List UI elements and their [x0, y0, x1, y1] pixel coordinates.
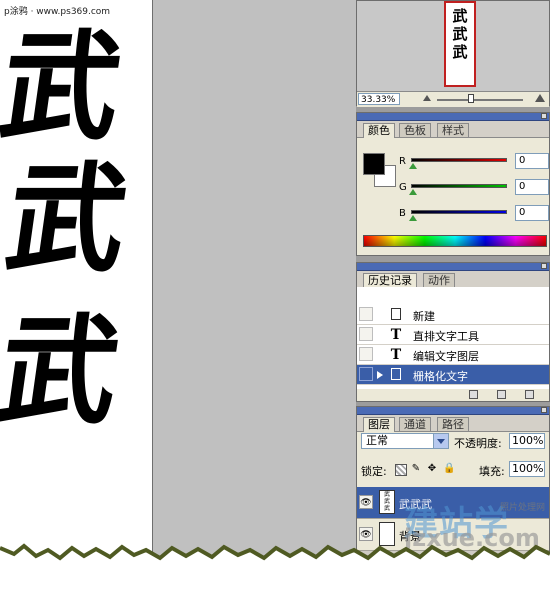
- history-source-checkbox[interactable]: [359, 367, 373, 381]
- lock-label: 锁定:: [361, 465, 387, 478]
- history-panel: 历史记录 动作 新建 T 直排文字工具 T 编辑文字图层 栅格化文字: [356, 262, 550, 402]
- close-icon[interactable]: [541, 113, 547, 119]
- panel-title-bar[interactable]: [357, 263, 549, 271]
- close-icon[interactable]: [541, 263, 547, 269]
- zoom-slider-thumb[interactable]: [468, 94, 475, 103]
- tab-styles[interactable]: 样式: [437, 123, 469, 137]
- history-item-label: 栅格化文字: [413, 370, 468, 383]
- tab-paths[interactable]: 路径: [437, 417, 469, 431]
- color-tabs: 颜色 色板 样式: [357, 121, 549, 138]
- navigator-zoom-bar: 33.33%: [357, 91, 549, 107]
- thumb-glyph: 武: [452, 25, 468, 43]
- slider-triangle-icon[interactable]: [409, 215, 417, 221]
- layer-thumbnail: 武武武: [379, 490, 395, 514]
- layers-tabs: 图层 通道 路径: [357, 415, 549, 432]
- tab-channels[interactable]: 通道: [399, 417, 431, 431]
- tab-actions[interactable]: 动作: [423, 273, 455, 287]
- lock-move-icon[interactable]: ✥: [427, 464, 437, 474]
- green-label: G: [399, 182, 407, 193]
- panel-title-bar[interactable]: [357, 113, 549, 121]
- eye-icon[interactable]: 👁: [359, 495, 373, 509]
- blend-mode-value: 正常: [366, 434, 388, 447]
- red-slider[interactable]: [411, 158, 507, 162]
- chevron-down-icon[interactable]: [433, 434, 448, 448]
- color-spectrum-ramp[interactable]: [363, 235, 547, 247]
- history-item-label: 新建: [413, 310, 435, 323]
- navigator-preview[interactable]: 武 武 武: [357, 1, 549, 91]
- new-document-icon: [391, 308, 401, 320]
- foreground-color-swatch[interactable]: [363, 153, 385, 175]
- green-slider[interactable]: [411, 184, 507, 188]
- tab-history[interactable]: 历史记录: [363, 273, 417, 288]
- new-document-from-state-icon[interactable]: [469, 390, 478, 399]
- history-source-checkbox[interactable]: [359, 347, 373, 361]
- red-value-input[interactable]: 0: [515, 153, 549, 169]
- type-tool-icon: T: [390, 347, 402, 363]
- fill-input[interactable]: 100%: [509, 461, 545, 477]
- calligraphy-glyph: 武: [0, 149, 136, 288]
- green-channel-row: G 0: [399, 179, 549, 197]
- layers-panel: 图层 通道 路径 正常 不透明度: 100% 锁定: ✎ ✥ 🔒 填充: 100…: [356, 406, 550, 560]
- rasterize-icon: [391, 368, 401, 380]
- history-item[interactable]: 新建: [357, 305, 549, 325]
- zoom-slider-track[interactable]: [437, 99, 523, 101]
- tab-layers[interactable]: 图层: [363, 417, 395, 432]
- history-item-label: 编辑文字图层: [413, 350, 479, 363]
- eye-icon[interactable]: 👁: [359, 527, 373, 541]
- panel-title-bar[interactable]: [357, 407, 549, 415]
- color-panel: 颜色 色板 样式 R 0 G 0 B 0: [356, 112, 550, 256]
- tab-color[interactable]: 颜色: [363, 123, 395, 138]
- history-source-checkbox[interactable]: [359, 307, 373, 321]
- opacity-input[interactable]: 100%: [509, 433, 545, 449]
- green-value-input[interactable]: 0: [515, 179, 549, 195]
- blue-slider[interactable]: [411, 210, 507, 214]
- history-item-label: 直排文字工具: [413, 330, 479, 343]
- zoom-in-icon[interactable]: [535, 94, 545, 102]
- history-item[interactable]: T 直排文字工具: [357, 325, 549, 345]
- thumb-glyph: 武: [452, 7, 468, 25]
- history-source-checkbox[interactable]: [359, 327, 373, 341]
- history-list: 新建 T 直排文字工具 T 编辑文字图层 栅格化文字: [357, 287, 549, 389]
- close-icon[interactable]: [541, 407, 547, 413]
- type-tool-icon: T: [390, 327, 402, 343]
- history-state-arrow-icon: [377, 371, 383, 379]
- zoom-out-icon[interactable]: [423, 95, 431, 101]
- slider-triangle-icon[interactable]: [409, 163, 417, 169]
- lock-transparency-icon[interactable]: [395, 464, 407, 476]
- navigator-view-box[interactable]: 武 武 武: [444, 1, 476, 87]
- blue-channel-row: B 0: [399, 205, 549, 223]
- blue-value-input[interactable]: 0: [515, 205, 549, 221]
- document-canvas[interactable]: p涂鸦 · www.ps369.com 武 武 武: [0, 0, 153, 556]
- calligraphy-glyph: 武: [0, 17, 130, 156]
- history-item-selected[interactable]: 栅格化文字: [357, 365, 549, 385]
- lock-all-icon[interactable]: 🔒: [443, 464, 455, 474]
- zoom-input[interactable]: 33.33%: [358, 93, 400, 105]
- history-toolbar: [357, 389, 549, 401]
- new-snapshot-icon[interactable]: [497, 390, 506, 399]
- trash-icon[interactable]: [525, 390, 534, 399]
- slider-triangle-icon[interactable]: [409, 189, 417, 195]
- layer-row-selected[interactable]: 👁 武武武 武武武: [357, 487, 549, 519]
- tab-swatches[interactable]: 色板: [399, 123, 431, 137]
- history-item[interactable]: T 编辑文字图层: [357, 345, 549, 365]
- red-label: R: [399, 156, 406, 167]
- calligraphy-glyph: 武: [0, 301, 128, 440]
- panel-dock: 武 武 武 33.33% 颜色 色板 样式 R 0 G 0 B 0 历史记录 动…: [356, 0, 550, 560]
- blue-label: B: [399, 208, 406, 219]
- red-channel-row: R 0: [399, 153, 549, 171]
- lock-brush-icon[interactable]: ✎: [411, 464, 421, 474]
- history-tabs: 历史记录 动作: [357, 271, 549, 288]
- opacity-label: 不透明度:: [454, 437, 502, 450]
- navigator-panel: 武 武 武 33.33%: [356, 0, 550, 107]
- layer-name[interactable]: 武武武: [399, 496, 432, 512]
- torn-edge-decoration: [0, 543, 550, 590]
- blend-mode-select[interactable]: 正常: [361, 433, 449, 449]
- canvas-area[interactable]: p涂鸦 · www.ps369.com 武 武 武: [0, 0, 356, 560]
- fill-label: 填充:: [479, 465, 505, 478]
- thumb-glyph: 武: [452, 43, 468, 61]
- watermark-text: p涂鸦 · www.ps369.com: [4, 7, 111, 17]
